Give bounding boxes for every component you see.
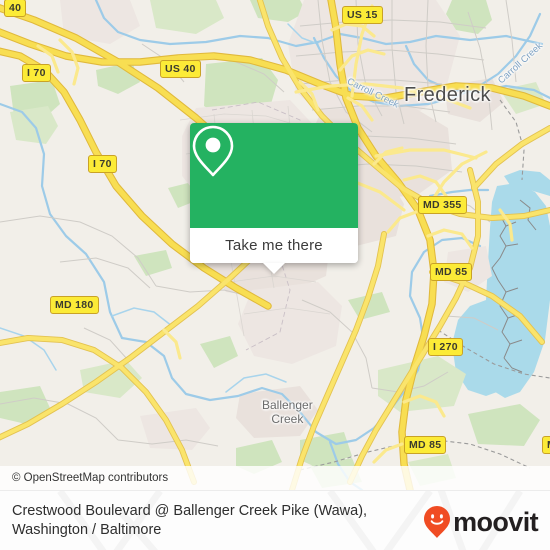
map-pin-icon [192,125,234,177]
take-me-there-popup[interactable]: Take me there [190,123,358,274]
popup-pointer [263,263,285,274]
popup-header [190,123,358,228]
highway-shield: MD 355 [418,196,467,214]
map-label-frederick: Frederick [404,84,491,106]
popup-action[interactable]: Take me there [190,228,358,263]
map-attribution-bar: © OpenStreetMap contributors [0,466,550,490]
moovit-pin-icon [424,506,451,538]
highway-shield: MD 85 [404,436,447,454]
highway-shield: I 70 [22,64,51,82]
map-screenshot: .wtr{fill:#AADAEA;} .stream{fill:none;st… [0,0,550,550]
highway-shield: US 40 [160,60,201,78]
highway-shield: MD 180 [50,296,99,314]
map-label-ballenger-creek: Ballenger Creek [262,398,313,426]
highway-shield: I 70 [88,155,117,173]
osm-attribution-text: © OpenStreetMap contributors [12,472,169,484]
moovit-wordmark: moovit [453,506,539,537]
highway-shield: US 15 [342,6,383,24]
footer-bar: Crestwood Boulevard @ Ballenger Creek Pi… [0,490,550,550]
highway-shield: I 270 [428,338,463,356]
map-canvas[interactable]: .wtr{fill:#AADAEA;} .stream{fill:none;st… [0,0,550,490]
highway-shield: MD 85 [430,263,473,281]
station-title: Crestwood Boulevard @ Ballenger Creek Pi… [12,503,368,538]
take-me-there-label: Take me there [225,237,323,254]
highway-shield: 40 [4,0,27,17]
highway-shield: M [542,436,550,454]
moovit-logo[interactable]: moovit [423,505,539,539]
